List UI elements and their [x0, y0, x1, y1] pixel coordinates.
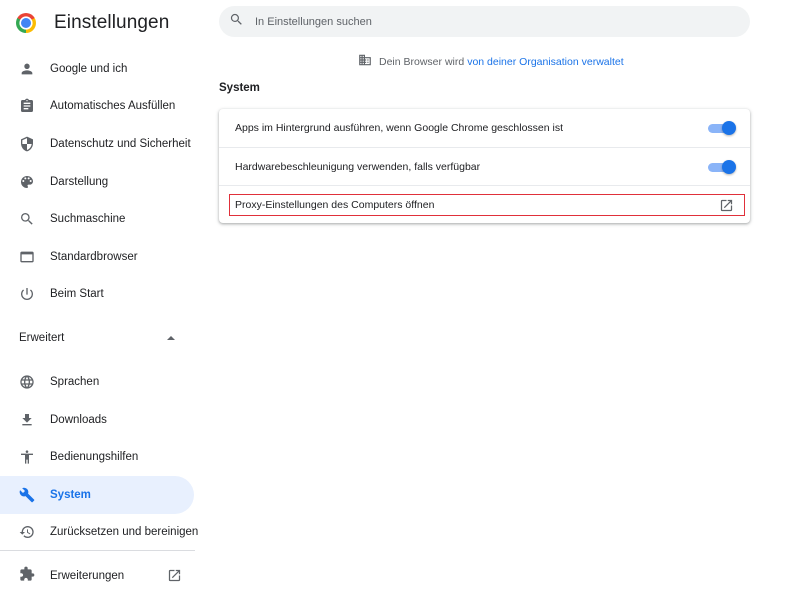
globe-icon	[19, 374, 35, 390]
sidebar-item-extensions[interactable]: Erweiterungen	[0, 557, 195, 594]
sidebar-item-on-startup[interactable]: Beim Start	[0, 276, 200, 314]
toggle-knob	[722, 121, 736, 135]
page-title: Einstellungen	[54, 12, 170, 33]
section-title: System	[219, 82, 260, 94]
search-input[interactable]	[255, 15, 735, 28]
advanced-label: Erweitert	[19, 332, 65, 345]
clipboard-icon	[19, 98, 35, 114]
settings-page: Einstellungen Google und ich Automatisch…	[0, 0, 800, 600]
sidebar-item-languages[interactable]: Sprachen	[0, 363, 200, 401]
caret-up-icon	[167, 336, 175, 341]
proxy-highlight-box	[229, 194, 745, 216]
setting-label: Hardwarebeschleunigung verwenden, falls …	[235, 160, 481, 173]
shield-icon	[19, 136, 35, 152]
sidebar-item-label: Erweiterungen	[50, 569, 125, 582]
sidebar-item-accessibility[interactable]: Bedienungshilfen	[0, 438, 200, 476]
sidebar-item-google-und-ich[interactable]: Google und ich	[0, 50, 200, 88]
search-bar[interactable]	[219, 6, 750, 37]
sidebar-item-downloads[interactable]: Downloads	[0, 401, 200, 439]
sidebar-item-label: System	[50, 488, 91, 501]
sidebar-item-default-browser[interactable]: Standardbrowser	[0, 238, 200, 276]
sidebar-item-privacy[interactable]: Datenschutz und Sicherheit	[0, 125, 200, 163]
browser-window-icon	[19, 249, 35, 265]
sidebar-item-label: Automatisches Ausfüllen	[50, 100, 176, 113]
accessibility-icon	[19, 449, 35, 465]
sidebar-item-label: Sprachen	[50, 375, 100, 388]
hardware-acceleration-toggle[interactable]	[708, 160, 736, 174]
sidebar-item-label: Datenschutz und Sicherheit	[50, 137, 191, 150]
puzzle-icon	[19, 566, 35, 585]
chrome-logo-icon	[16, 13, 36, 33]
sidebar-item-label: Google und ich	[50, 62, 128, 75]
toggle-knob	[722, 160, 736, 174]
person-icon	[19, 61, 35, 77]
sidebar-item-label: Beim Start	[50, 288, 104, 301]
setting-row-background-apps[interactable]: Apps im Hintergrund ausführen, wenn Goog…	[219, 109, 750, 147]
wrench-icon	[19, 487, 35, 503]
advanced-section-toggle[interactable]: Erweitert	[0, 313, 195, 363]
managed-notice: Dein Browser wird von deiner Organisatio…	[358, 53, 624, 70]
download-icon	[19, 412, 35, 428]
sidebar-item-autofill[interactable]: Automatisches Ausfüllen	[0, 88, 200, 126]
background-apps-toggle[interactable]	[708, 121, 736, 135]
search-icon	[229, 12, 244, 32]
managed-notice-text: Dein Browser wird	[379, 55, 465, 68]
sidebar-item-label: Standardbrowser	[50, 250, 138, 263]
palette-icon	[19, 174, 35, 190]
restore-icon	[19, 524, 35, 540]
search-icon	[19, 211, 35, 227]
sidebar: Einstellungen Google und ich Automatisch…	[0, 0, 200, 600]
power-icon	[19, 286, 35, 302]
setting-label: Apps im Hintergrund ausführen, wenn Goog…	[235, 122, 564, 134]
sidebar-item-label: Darstellung	[50, 175, 109, 188]
sidebar-item-label: Downloads	[50, 413, 107, 426]
open-in-new-icon[interactable]	[167, 568, 182, 583]
sidebar-divider	[0, 550, 195, 551]
sidebar-item-label: Suchmaschine	[50, 213, 126, 226]
sidebar-item-search-engine[interactable]: Suchmaschine	[0, 200, 200, 238]
building-icon	[358, 53, 379, 70]
sidebar-item-label: Zurücksetzen und bereinigen	[50, 526, 199, 539]
sidebar-item-label: Bedienungshilfen	[50, 451, 139, 464]
brand: Einstellungen	[16, 10, 169, 36]
sidebar-item-appearance[interactable]: Darstellung	[0, 163, 200, 201]
sidebar-item-reset[interactable]: Zurücksetzen und bereinigen	[0, 514, 200, 552]
setting-row-hardware-acceleration[interactable]: Hardwarebeschleunigung verwenden, falls …	[219, 147, 750, 185]
sidebar-nav: Google und ich Automatisches Ausfüllen D…	[0, 50, 200, 551]
sidebar-item-system[interactable]: System	[0, 475, 194, 514]
managed-by-org-link[interactable]: von deiner Organisation verwaltet	[467, 56, 623, 68]
